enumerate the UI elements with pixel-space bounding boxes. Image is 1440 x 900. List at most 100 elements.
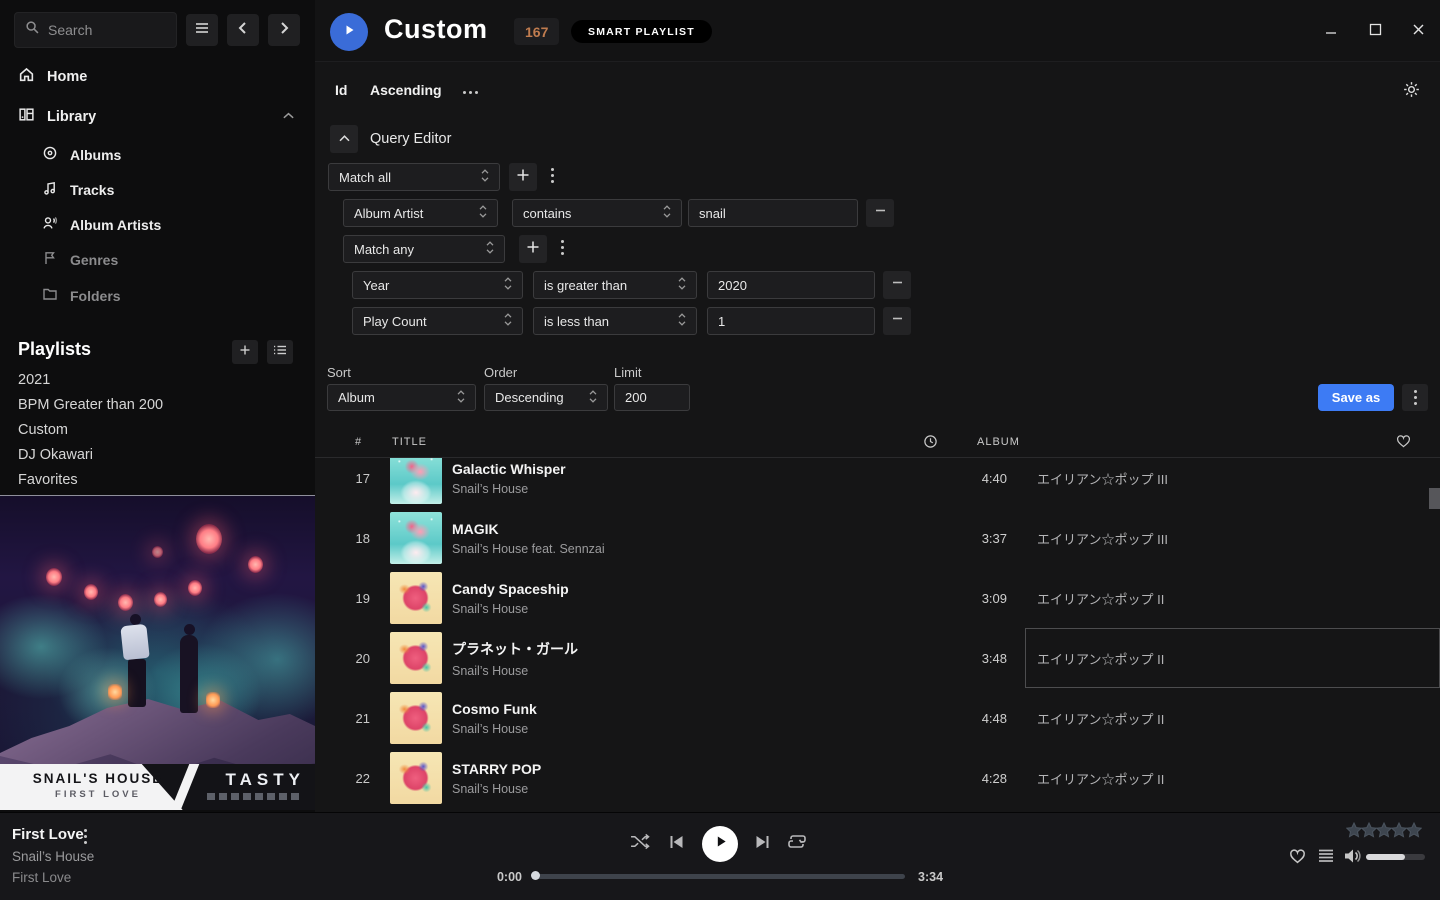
rule-value-input[interactable]: [707, 271, 875, 299]
playlist-item[interactable]: Custom: [18, 422, 68, 438]
track-row[interactable]: 22 STARRY POPSnail’s House 4:28 エイリアン☆ポッ…: [315, 748, 1440, 808]
search-input[interactable]: [48, 22, 158, 38]
seek-knob[interactable]: [531, 871, 540, 880]
volume-icon[interactable]: [1344, 848, 1362, 864]
shuffle-icon[interactable]: [630, 833, 651, 850]
group-options-icon[interactable]: [551, 168, 554, 183]
seek-bar[interactable]: [535, 874, 905, 879]
match-all-select[interactable]: Match all: [328, 163, 500, 191]
nav-forward-button[interactable]: [268, 14, 300, 46]
sidebar-item-albums[interactable]: Albums: [42, 145, 121, 164]
group-options-icon[interactable]: [561, 240, 564, 255]
menu-button[interactable]: [186, 14, 218, 46]
play-pause-button[interactable]: [702, 826, 738, 862]
track-row[interactable]: 17 Galactic WhisperSnail’s House 4:40 エイ…: [315, 458, 1440, 508]
playlist-item[interactable]: Favorites: [18, 472, 78, 488]
sort-direction-button[interactable]: Ascending: [370, 82, 442, 98]
sidebar-item-album-artists[interactable]: Album Artists: [42, 215, 161, 234]
rule-field-select[interactable]: Play Count: [352, 307, 523, 335]
column-number[interactable]: #: [355, 436, 362, 448]
rule-operator-select[interactable]: is greater than: [533, 271, 697, 299]
track-album[interactable]: エイリアン☆ポップ II: [1025, 568, 1440, 628]
rule-value-input[interactable]: [688, 199, 858, 227]
favorite-heart-icon[interactable]: [1289, 848, 1306, 864]
album-art-thumbnail: [390, 752, 442, 804]
sidebar-item-home[interactable]: Home: [18, 66, 87, 87]
window-close-button[interactable]: [1408, 22, 1428, 42]
select-updown-icon: [481, 169, 489, 185]
playlist-item[interactable]: DJ Okawari: [18, 447, 93, 463]
repeat-icon[interactable]: [787, 833, 807, 850]
window-maximize-button[interactable]: [1365, 22, 1385, 42]
track-row[interactable]: 20 プラネット・ガールSnail’s House 3:48 エイリアン☆ポップ…: [315, 628, 1440, 688]
column-title[interactable]: TITLE: [392, 436, 427, 448]
add-rule-button[interactable]: [519, 235, 547, 263]
favorite-heart-icon[interactable]: [1396, 434, 1411, 451]
track-album[interactable]: エイリアン☆ポップ II: [1025, 748, 1440, 808]
remove-rule-button[interactable]: [883, 271, 911, 299]
sidebar-item-tracks[interactable]: Tracks: [42, 180, 114, 199]
playlist-item[interactable]: 2021: [18, 372, 50, 388]
track-row[interactable]: 21 Cosmo FunkSnail’s House 4:48 エイリアン☆ポッ…: [315, 688, 1440, 748]
music-note-icon: [42, 180, 58, 199]
match-any-select[interactable]: Match any: [343, 235, 505, 263]
playlist-item[interactable]: BPM Greater than 200: [18, 397, 163, 413]
order-select[interactable]: Descending: [484, 384, 608, 411]
track-row[interactable]: 18 MAGIKSnail’s House feat. Sennzai 3:37…: [315, 508, 1440, 568]
add-rule-button[interactable]: [509, 163, 537, 191]
rule-operator-select[interactable]: contains: [512, 199, 682, 227]
cover-banner-artist: SNAIL'S HOUSE: [18, 771, 178, 786]
more-options-icon[interactable]: [463, 91, 478, 94]
rule-operator-select[interactable]: is less than: [533, 307, 697, 335]
now-playing-artist: Snail’s House: [12, 849, 94, 864]
limit-input[interactable]: [614, 384, 690, 411]
remove-rule-button[interactable]: [883, 307, 911, 335]
select-updown-icon: [457, 390, 465, 406]
playlist-list-button[interactable]: [267, 340, 293, 364]
sidebar-item-genres[interactable]: Genres: [42, 250, 118, 269]
play-playlist-button[interactable]: [330, 13, 368, 51]
save-options-button[interactable]: [1402, 384, 1428, 411]
previous-track-icon[interactable]: [669, 835, 684, 849]
sort-field-button[interactable]: Id: [335, 82, 347, 98]
kebab-icon: [1414, 390, 1417, 405]
track-album[interactable]: エイリアン☆ポップ III: [1025, 458, 1440, 508]
rule-value-input[interactable]: [707, 307, 875, 335]
add-playlist-button[interactable]: [232, 340, 258, 364]
library-collapse-icon[interactable]: [282, 108, 295, 126]
sidebar-item-folders[interactable]: Folders: [42, 286, 121, 305]
now-playing-cover-art[interactable]: SNAIL'S HOUSE FIRST LOVE TASTY: [0, 495, 315, 810]
search-box[interactable]: [14, 12, 177, 48]
nav-back-button[interactable]: [227, 14, 259, 46]
sidebar-item-library[interactable]: Library: [18, 106, 96, 127]
track-album[interactable]: エイリアン☆ポップ III: [1025, 508, 1440, 568]
next-track-icon[interactable]: [755, 835, 770, 849]
chevron-left-icon: [237, 21, 249, 40]
rating-stars[interactable]: [1346, 822, 1422, 838]
page-title: Custom: [384, 14, 488, 45]
cover-label-text: TASTY: [226, 770, 305, 790]
plus-icon: [526, 240, 540, 259]
sort-select[interactable]: Album: [327, 384, 476, 411]
track-album-focused[interactable]: エイリアン☆ポップ II: [1025, 628, 1440, 688]
track-album[interactable]: エイリアン☆ポップ II: [1025, 688, 1440, 748]
duration-clock-icon[interactable]: [923, 434, 938, 452]
save-as-button[interactable]: Save as: [1318, 384, 1394, 411]
track-number: 19: [315, 591, 390, 606]
window-minimize-button[interactable]: [1321, 22, 1341, 42]
select-updown-icon: [504, 313, 512, 329]
column-album[interactable]: ALBUM: [977, 436, 1020, 448]
settings-gear-icon[interactable]: [1403, 81, 1420, 103]
queue-icon[interactable]: [1318, 849, 1334, 863]
volume-slider[interactable]: [1366, 854, 1425, 860]
track-row[interactable]: 19 Candy SpaceshipSnail’s House 3:09 エイリ…: [315, 568, 1440, 628]
sidebar-item-label: Tracks: [70, 182, 114, 198]
rule-field-select[interactable]: Year: [352, 271, 523, 299]
held-lantern: [108, 684, 122, 700]
rule-field-select[interactable]: Album Artist: [343, 199, 498, 227]
scrollbar-thumb[interactable]: [1429, 488, 1440, 509]
now-playing-options-icon[interactable]: [84, 829, 87, 844]
query-editor-collapse-button[interactable]: [330, 125, 358, 153]
track-number: 21: [315, 711, 390, 726]
remove-rule-button[interactable]: [866, 199, 894, 227]
